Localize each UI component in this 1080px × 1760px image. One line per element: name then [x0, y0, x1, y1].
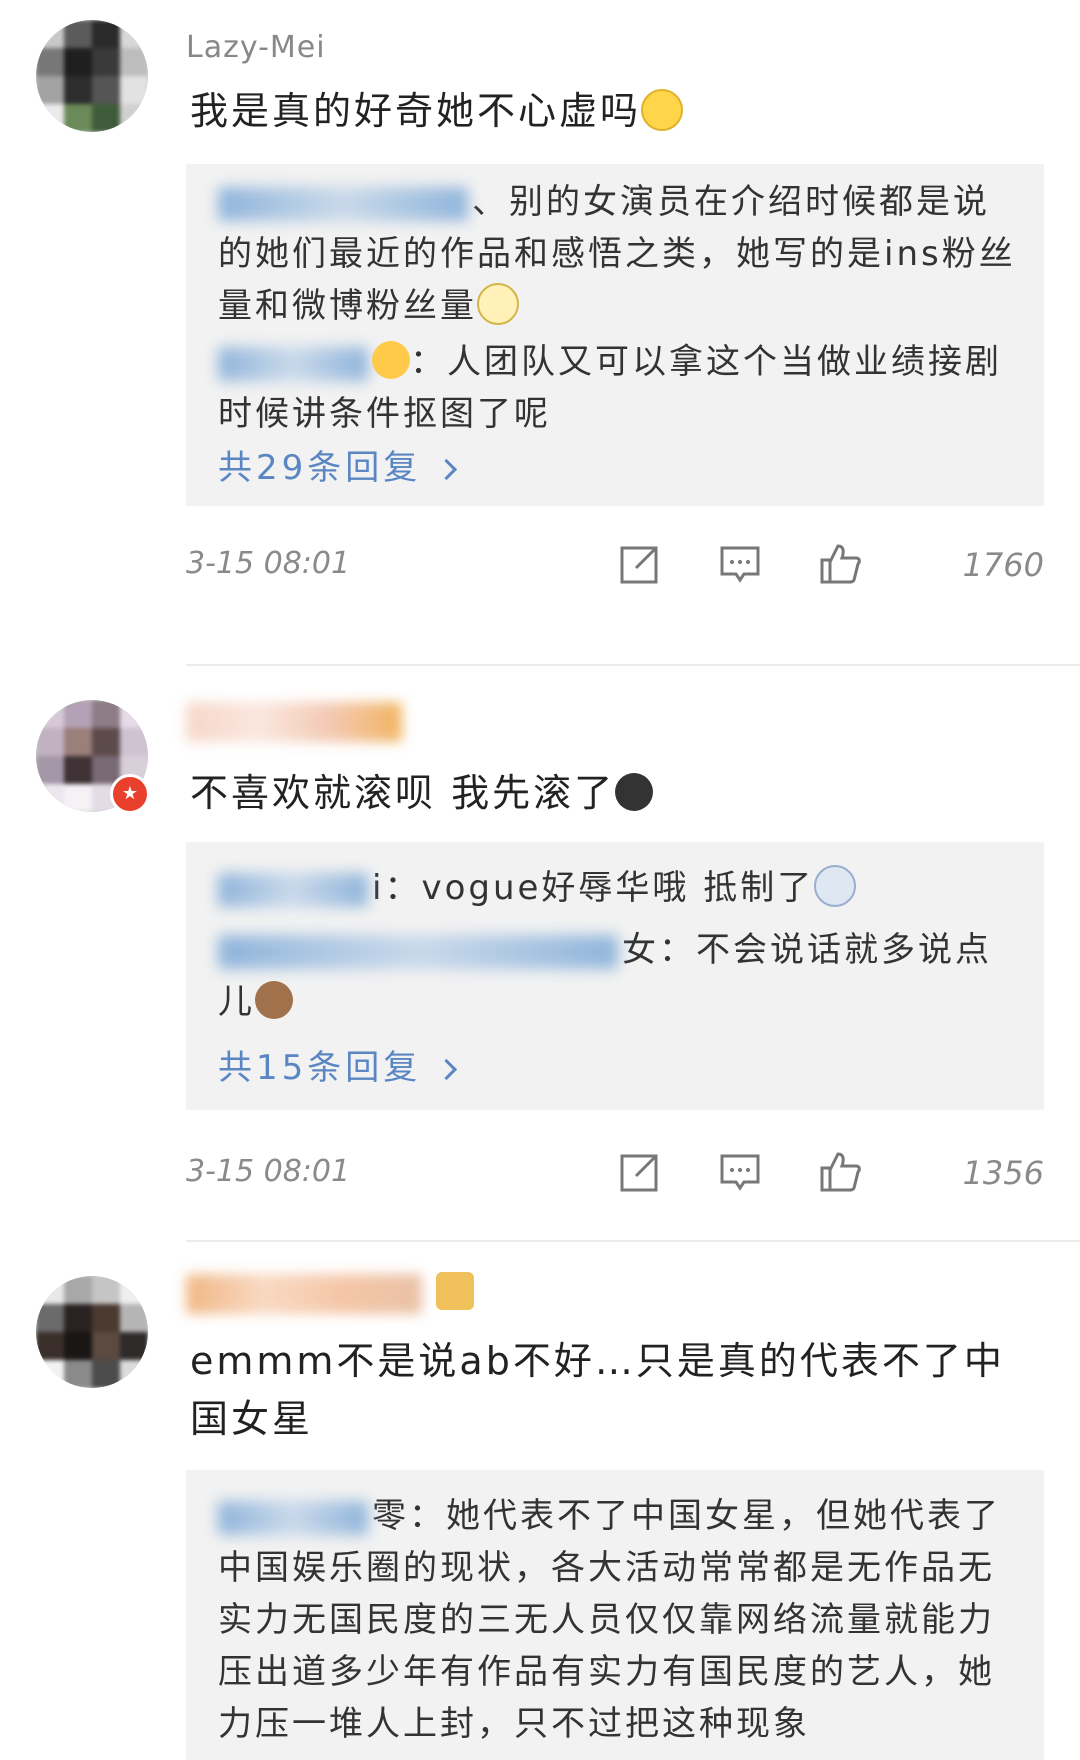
more-replies-link[interactable]: 共15条回复 — [218, 1040, 458, 1089]
gift-box-emoji-icon — [436, 1272, 474, 1310]
reply-username[interactable] — [218, 186, 468, 221]
comment-meta: 3-15 08:01 1356 — [186, 1144, 1044, 1204]
like-icon[interactable] — [818, 1150, 862, 1194]
verified-badge-icon: ★ — [110, 774, 150, 814]
reply-username[interactable] — [218, 934, 618, 969]
like-icon[interactable] — [818, 542, 862, 586]
comment-text: 我是真的好奇她不心虚吗 — [190, 82, 1040, 140]
yum-emoji-icon — [372, 340, 410, 379]
crying-emoji-icon — [477, 282, 519, 325]
username[interactable] — [186, 702, 402, 742]
avatar[interactable] — [36, 20, 148, 132]
reply-box[interactable]: i：vogue好辱华哦 抵制了 女：不会说话就多说点儿 共15条回复 — [186, 842, 1044, 1110]
comment-meta: 3-15 08:01 1760 — [186, 536, 1044, 596]
more-replies-link[interactable]: 共29条回复 — [218, 440, 458, 489]
tearful-emoji-icon — [615, 772, 654, 811]
comment-text: emmm不是说ab不好…只是真的代表不了中国女星 — [190, 1339, 1005, 1441]
like-count: 1760 — [962, 546, 1044, 584]
reply-item[interactable]: 零：她代表不了中国女星，但她代表了中国娱乐圈的现状，各大活动常常都是无作品无实力… — [218, 1490, 1018, 1750]
reply-item[interactable]: ：人团队又可以拿这个当做业绩接剧时候讲条件抠图了呢 — [218, 336, 1018, 440]
comment-icon[interactable] — [718, 1150, 762, 1194]
reply-item[interactable]: 女：不会说话就多说点儿 — [218, 924, 1018, 1028]
monkey-emoji-icon — [255, 980, 293, 1019]
username[interactable] — [186, 1274, 422, 1314]
reply-username[interactable] — [218, 872, 368, 907]
reply-box[interactable]: 零：她代表不了中国女星，但她代表了中国娱乐圈的现状，各大活动常常都是无作品无实力… — [186, 1470, 1044, 1760]
reply-username[interactable] — [218, 346, 368, 381]
like-count: 1356 — [962, 1154, 1044, 1192]
comment-icon[interactable] — [718, 542, 762, 586]
reply-item[interactable]: i：vogue好辱华哦 抵制了 — [218, 862, 1018, 914]
timestamp: 3-15 08:01 — [186, 546, 351, 581]
avatar[interactable] — [36, 1276, 148, 1388]
divider — [186, 1240, 1080, 1242]
smile-emoji-icon — [641, 88, 684, 131]
chevron-right-icon — [436, 1058, 458, 1081]
reply-box[interactable]: 、别的女演员在介绍时候都是说的她们最近的作品和感悟之类，她写的是ins粉丝量和微… — [186, 164, 1044, 506]
silly-face-emoji-icon — [814, 864, 857, 907]
share-icon[interactable] — [618, 542, 662, 586]
reply-item[interactable]: 、别的女演员在介绍时候都是说的她们最近的作品和感悟之类，她写的是ins粉丝量和微… — [218, 176, 1018, 332]
timestamp: 3-15 08:01 — [186, 1154, 351, 1189]
comment-text: 不喜欢就滚呗 我先滚了 — [190, 764, 1040, 822]
chevron-right-icon — [436, 458, 458, 481]
share-icon[interactable] — [618, 1150, 662, 1194]
divider — [186, 664, 1080, 666]
reply-username[interactable] — [218, 1500, 368, 1535]
username[interactable]: Lazy-Mei — [186, 30, 326, 70]
